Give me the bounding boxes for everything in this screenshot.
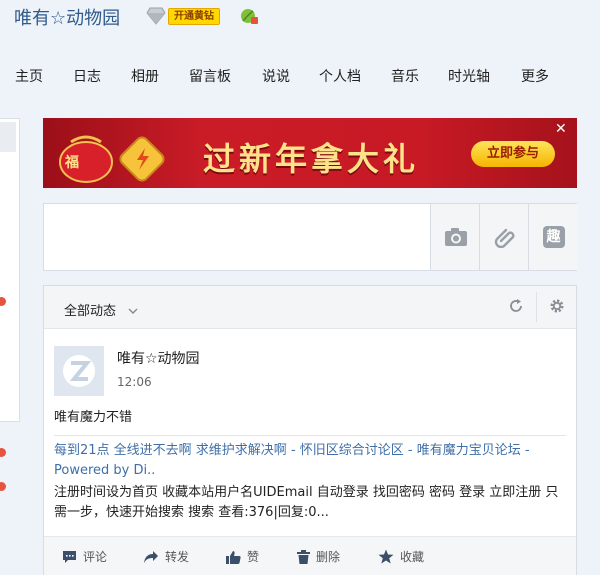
- nav-home[interactable]: 主页: [15, 66, 43, 86]
- post-text: 唯有魔力不错: [54, 410, 133, 425]
- like-label: 赞: [247, 550, 260, 564]
- open-vip-badge[interactable]: 开通黄钻: [168, 8, 220, 25]
- attach-button[interactable]: [479, 204, 529, 270]
- header-divider: [536, 292, 537, 322]
- nav-shuoshuo[interactable]: 说说: [262, 66, 290, 86]
- fun-icon: 趣: [542, 226, 565, 248]
- nav-more[interactable]: 更多: [521, 66, 549, 86]
- gear-icon[interactable]: [549, 298, 565, 318]
- post-composer[interactable]: 趣: [43, 203, 578, 271]
- left-sidebar-tab[interactable]: [0, 122, 16, 152]
- forward-icon: [144, 550, 158, 563]
- space-title[interactable]: 唯有☆动物园: [14, 4, 120, 30]
- join-now-button[interactable]: 立即参与: [471, 141, 555, 167]
- favorite-label: 收藏: [400, 550, 425, 564]
- thumbs-up-icon: [226, 550, 241, 564]
- diamond-icon[interactable]: [146, 7, 166, 29]
- paperclip-icon: [494, 228, 514, 248]
- delete-button[interactable]: 删除: [297, 548, 340, 565]
- camera-icon: [444, 228, 467, 246]
- photo-button[interactable]: [430, 204, 480, 270]
- refresh-icon[interactable]: [508, 298, 524, 318]
- nav-album[interactable]: 相册: [131, 66, 159, 86]
- delete-label: 删除: [316, 550, 341, 564]
- trash-icon: [297, 549, 310, 564]
- notification-dot: [0, 448, 6, 457]
- fun-button[interactable]: 趣: [528, 204, 578, 270]
- notification-dot: [0, 482, 6, 491]
- nav-timeline[interactable]: 时光轴: [448, 66, 490, 86]
- feed-header: 全部动态: [44, 286, 576, 329]
- forward-button[interactable]: 转发: [143, 548, 189, 565]
- forward-label: 转发: [165, 550, 190, 564]
- promo-banner[interactable]: 福 过新年拿大礼 立即参与 ✕: [43, 118, 577, 188]
- comment-icon: [63, 550, 76, 563]
- post-author[interactable]: 唯有☆动物园: [117, 348, 200, 368]
- close-icon[interactable]: ✕: [555, 121, 567, 137]
- left-sidebar-panel: [0, 118, 20, 422]
- leaf-icon[interactable]: [239, 7, 259, 29]
- banner-title: 过新年拿大礼: [203, 140, 420, 178]
- like-button[interactable]: 赞: [226, 548, 259, 565]
- shared-link-title[interactable]: 每到21点 全线进不去啊 求维护求解决啊 - 怀旧区综合讨论区 - 唯有魔力宝贝…: [54, 441, 566, 481]
- action-bar: 评论 转发 赞 删除 收藏: [44, 536, 576, 575]
- favorite-button[interactable]: 收藏: [378, 548, 424, 565]
- post-time: 12:06: [117, 375, 152, 389]
- nav-profile[interactable]: 个人档: [319, 66, 361, 86]
- star-icon: [378, 549, 394, 564]
- nav-music[interactable]: 音乐: [391, 66, 419, 86]
- divider: [54, 435, 566, 436]
- comment-button[interactable]: 评论: [62, 548, 107, 565]
- chevron-down-icon: [128, 308, 138, 314]
- comment-label: 评论: [83, 550, 108, 564]
- shared-link-summary[interactable]: 注册时间设为首页 收藏本站用户名UIDEmail 自动登录 找回密码 密码 登录…: [54, 483, 566, 523]
- nav-blog[interactable]: 日志: [73, 66, 101, 86]
- feed-filter-dropdown[interactable]: 全部动态: [64, 300, 138, 319]
- feed-filter-label: 全部动态: [64, 304, 117, 319]
- avatar[interactable]: [54, 346, 104, 396]
- fu-character: 福: [65, 155, 79, 171]
- nav-guestbook[interactable]: 留言板: [189, 66, 231, 86]
- feed-card: 全部动态 唯有☆动物园 12:06 唯有魔力不错 每到21点 全线进不去啊 求维…: [43, 285, 577, 575]
